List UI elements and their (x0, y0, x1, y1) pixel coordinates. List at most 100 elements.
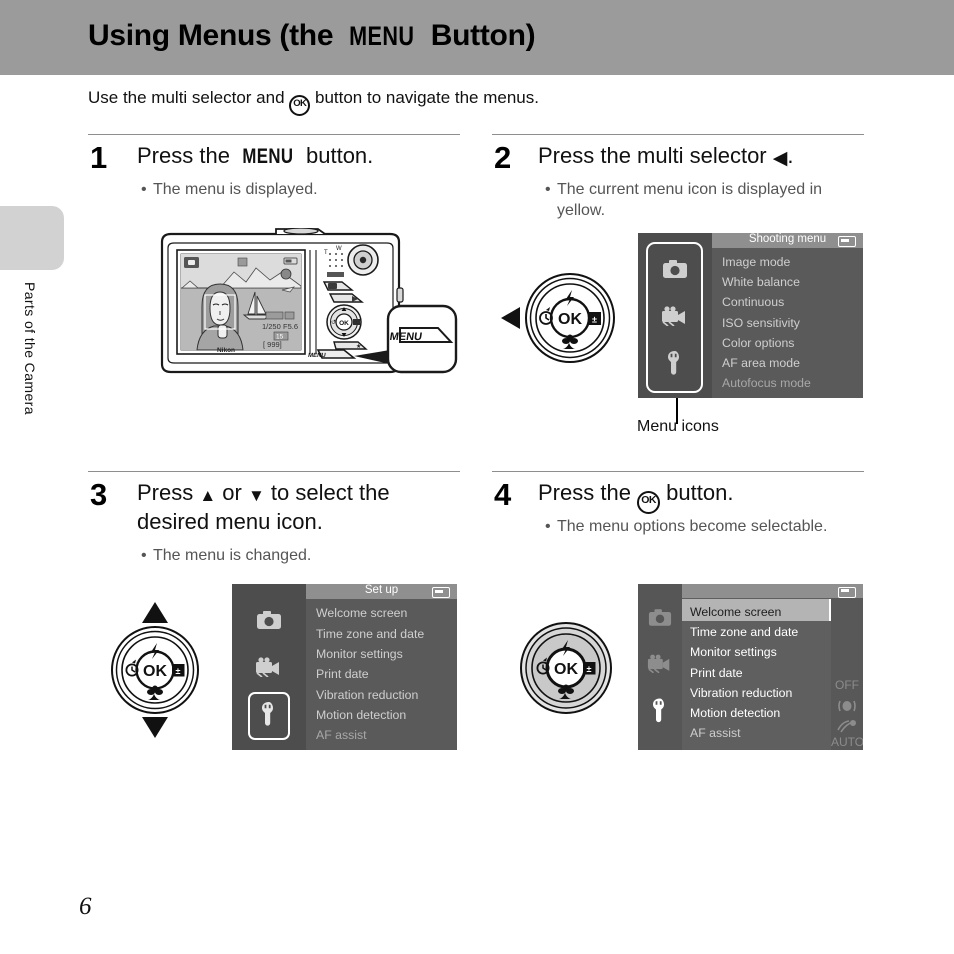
multi-selector-step4: OK ± (518, 620, 614, 716)
wrench-icon[interactable] (638, 698, 682, 723)
svg-text:OK: OK (143, 663, 167, 680)
menu-item[interactable]: White balance (722, 272, 859, 292)
step-3-number: 3 (90, 477, 108, 512)
step-1-title: Press the MENU button. (137, 142, 467, 171)
multi-selector-step2: OK ± (524, 272, 616, 364)
svg-text:F5.6: F5.6 (283, 322, 298, 331)
menu-item[interactable]: Print date (690, 663, 830, 683)
step-2-bullet-1: • The current menu icon is displayed in (545, 179, 875, 201)
step-2-title-after: . (787, 143, 794, 168)
menu-item[interactable]: Motion detection (316, 705, 453, 725)
step-1-title-after: button. (299, 143, 374, 168)
intro-text-before: Use the multi selector and (88, 88, 290, 107)
chapter-tab-label: Parts of the Camera (22, 282, 38, 415)
step-4-number: 4 (494, 477, 512, 512)
menu-item[interactable]: Image mode (722, 252, 859, 272)
down-arrow-icon: ▼ (247, 486, 265, 505)
camera-icon[interactable] (638, 608, 682, 627)
step-divider-2 (492, 134, 864, 135)
camera-menu-button-label: MENU (308, 353, 326, 359)
menu-item[interactable]: Welcome screen (316, 603, 453, 623)
svg-text:OK: OK (339, 320, 349, 327)
left-direction-arrow-icon (500, 306, 522, 330)
step-1-menu-word: MENU (242, 145, 294, 168)
step-4-bullet: • The menu options become selectable. (545, 516, 885, 538)
step-2-bullet-text-1: The current menu icon is displayed in (557, 181, 823, 198)
camera-icon[interactable] (638, 259, 712, 279)
step-2-number: 2 (494, 140, 512, 175)
battery-icon (432, 587, 450, 598)
movie-icon[interactable] (638, 654, 682, 673)
multi-selector-step3: OK ± (108, 600, 202, 740)
step-2-bullet-text-2: yellow. (557, 202, 606, 219)
step-3-title-line2: desired menu icon. (137, 508, 323, 534)
menu-item[interactable]: AF assist (316, 725, 453, 745)
step-3-title-before: Press (137, 480, 200, 505)
setup-menu-screen: Set up Welcome screen Time zone and date… (232, 584, 457, 750)
page-number: 6 (79, 893, 92, 920)
menu-item[interactable]: Color options (722, 333, 859, 353)
camera-icon[interactable] (232, 610, 306, 630)
menu-item[interactable]: ISO sensitivity (722, 313, 859, 333)
active-menu-title-bar (682, 584, 863, 598)
battery-icon (838, 586, 856, 598)
menu-item[interactable]: Monitor settings (690, 642, 830, 662)
menu-item[interactable]: Continuous (722, 292, 859, 312)
menu-item[interactable]: Autofocus mode (722, 373, 859, 393)
chapter-tab (0, 206, 64, 270)
setup-menu-active-screen: Welcome screen Time zone and date Monito… (638, 584, 863, 750)
movie-icon[interactable] (638, 306, 712, 326)
svg-text:OK: OK (554, 661, 578, 678)
intro-text-after: button to navigate the menus. (310, 88, 539, 107)
svg-text:[ 999]: [ 999] (263, 340, 282, 349)
print-date-value: OFF (835, 678, 859, 692)
step-3-title: Press ▲ or ▼ to select the desired menu … (137, 479, 467, 536)
step-divider-4 (492, 471, 864, 472)
up-arrow-icon: ▲ (199, 486, 217, 505)
left-arrow-icon: ◀ (772, 148, 788, 169)
step-divider-1 (88, 134, 460, 135)
battery-icon (838, 236, 856, 247)
bullet-dot: • (545, 518, 551, 535)
menu-item[interactable]: Print date (316, 664, 453, 684)
step-divider-3 (88, 471, 460, 472)
intro-text: Use the multi selector and OK button to … (88, 88, 539, 116)
svg-text:W: W (336, 246, 342, 252)
wrench-icon[interactable] (638, 351, 712, 375)
menu-item[interactable]: Welcome screen (690, 602, 830, 622)
bullet-dot: • (141, 181, 147, 198)
camera-rear-illustration: 1/250 F5.6 15 [ 999] Nikon W T OK ↺ ★ ME… (158, 228, 458, 376)
svg-text:↺: ↺ (331, 319, 336, 326)
svg-text:±: ± (592, 315, 597, 325)
menu-item[interactable]: Time zone and date (690, 622, 830, 642)
bullet-dot: • (141, 547, 147, 564)
step-3-bullet-text: The menu is changed. (153, 547, 312, 564)
page-title: Using Menus (the MENU Button) (88, 19, 536, 53)
menu-item[interactable]: Vibration reduction (690, 683, 830, 703)
ok-button-icon: OK (637, 491, 661, 514)
svg-text:T: T (324, 250, 328, 256)
wrench-icon[interactable] (232, 702, 306, 726)
step-4-title: Press the OK button. (538, 479, 868, 514)
menu-item[interactable]: AF area mode (722, 353, 859, 373)
menu-item[interactable]: Vibration reduction (316, 685, 453, 705)
menu-item[interactable]: AF assist (690, 723, 830, 743)
shooting-menu-screen: Shooting menu Image mode White balance C… (638, 233, 863, 398)
menu-item[interactable]: Monitor settings (316, 644, 453, 664)
bullet-dot: • (545, 181, 551, 198)
svg-text:1/250: 1/250 (262, 322, 281, 331)
vr-icon (831, 698, 863, 713)
page-title-menu-word: MENU (349, 21, 415, 51)
step-4-bullet-text: The menu options become selectable. (557, 518, 828, 535)
step-3-title-mid: or (216, 480, 248, 505)
menu-item[interactable]: Time zone and date (316, 623, 453, 643)
step-4-title-before: Press the (538, 480, 638, 505)
step-2-title: Press the multi selector ◀. (538, 142, 868, 172)
step-1-bullet: • The menu is displayed. (141, 179, 461, 201)
menu-item[interactable]: Motion detection (690, 703, 830, 723)
step-2-bullet-2: yellow. (557, 200, 887, 222)
down-arrow-icon (142, 717, 168, 738)
motion-icon (831, 719, 863, 734)
step-1-title-before: Press the (137, 143, 237, 168)
movie-icon[interactable] (232, 657, 306, 677)
